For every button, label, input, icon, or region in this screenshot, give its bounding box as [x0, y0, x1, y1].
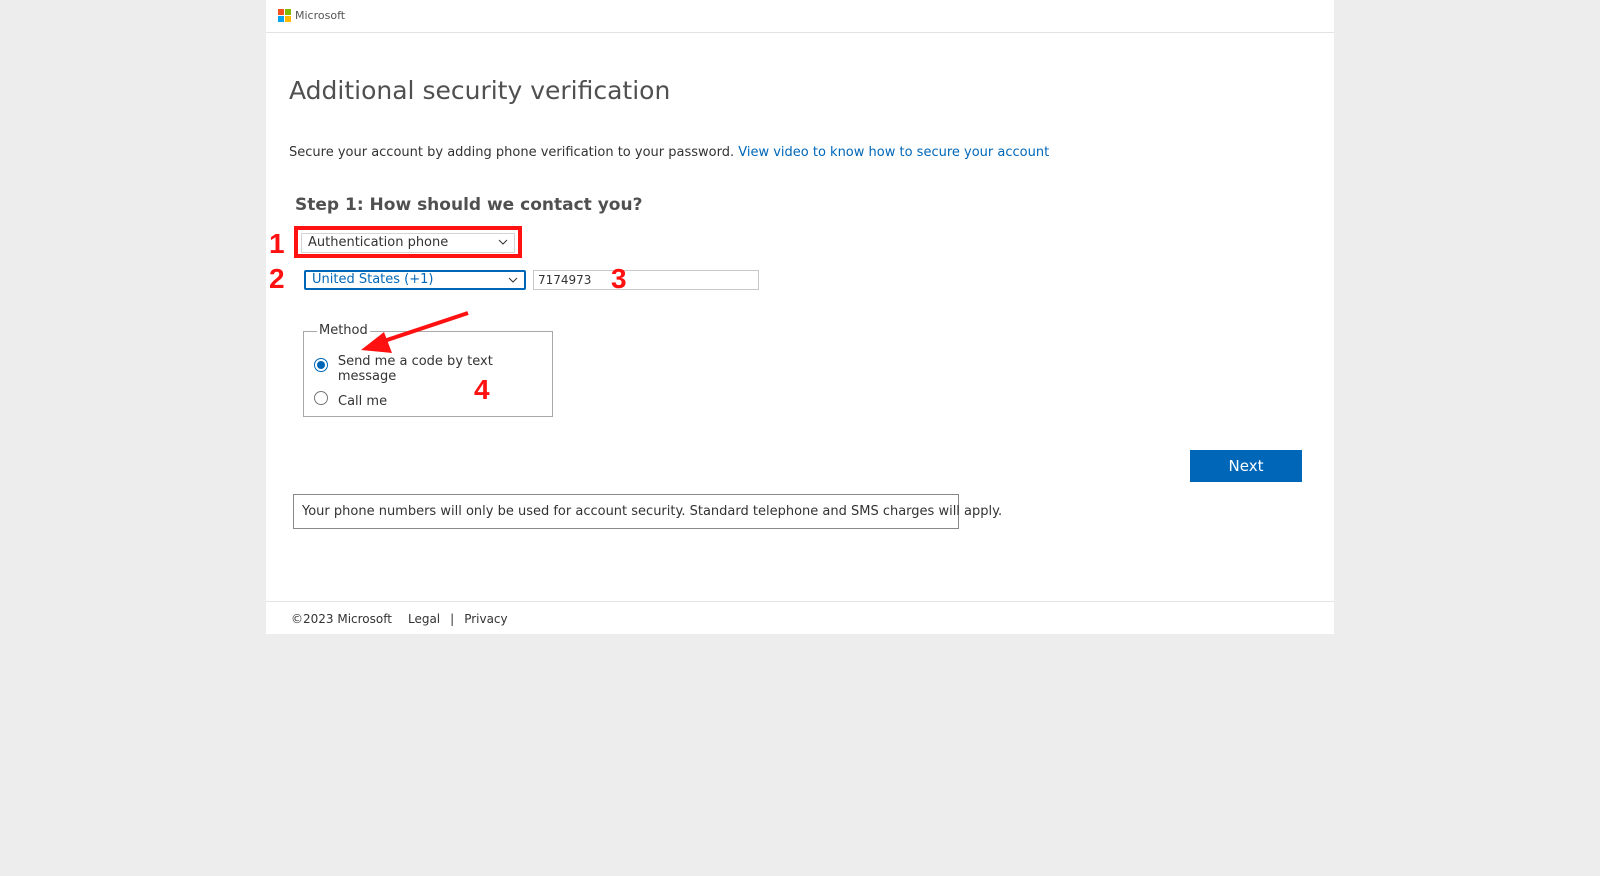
annotation-number-1: 1 — [269, 228, 285, 259]
annotation-number-3: 3 — [611, 263, 627, 294]
method-option-text[interactable]: Send me a code by text message — [314, 350, 552, 384]
country-code-value: United States (+1) — [312, 272, 434, 287]
view-video-link[interactable]: View video to know how to secure your ac… — [738, 145, 1049, 160]
brand-name: Microsoft — [295, 9, 346, 22]
contact-method-select[interactable]: Authentication phone — [301, 233, 515, 253]
radio-call-me[interactable] — [314, 390, 328, 405]
intro-text-row: Secure your account by adding phone veri… — [289, 145, 1049, 160]
microsoft-squares-icon — [278, 9, 291, 22]
top-bar: Microsoft — [266, 0, 1334, 33]
country-code-select[interactable]: United States (+1) — [304, 270, 526, 290]
phone-number-input[interactable] — [533, 270, 759, 290]
radio-text-message-label: Send me a code by text message — [337, 354, 493, 384]
microsoft-logo: Microsoft — [278, 9, 345, 22]
chevron-down-icon — [508, 277, 518, 283]
footer-copyright: ©2023 Microsoft — [291, 611, 392, 626]
radio-text-message[interactable] — [314, 358, 328, 372]
page-title: Additional security verification — [289, 76, 671, 105]
method-fieldset: Method Send me a code by text message Ca… — [303, 323, 553, 417]
phone-usage-notice: Your phone numbers will only be used for… — [293, 494, 1002, 529]
footer: ©2023 Microsoft Legal | Privacy — [266, 601, 1334, 635]
intro-text: Secure your account by adding phone veri… — [289, 145, 735, 160]
radio-call-me-label: Call me — [338, 394, 388, 409]
contact-method-value: Authentication phone — [308, 235, 449, 250]
page-container: Microsoft Additional security verificati… — [266, 0, 1334, 634]
next-button[interactable]: Next — [1190, 450, 1302, 482]
annotation-number-2: 2 — [269, 263, 285, 294]
footer-privacy-link[interactable]: Privacy — [464, 612, 507, 626]
chevron-down-icon — [498, 239, 508, 245]
step-heading: Step 1: How should we contact you? — [295, 195, 643, 215]
method-option-call[interactable]: Call me — [314, 390, 387, 409]
method-legend: Method — [317, 323, 370, 338]
footer-legal-link[interactable]: Legal — [408, 612, 440, 626]
footer-separator: | — [450, 611, 455, 626]
